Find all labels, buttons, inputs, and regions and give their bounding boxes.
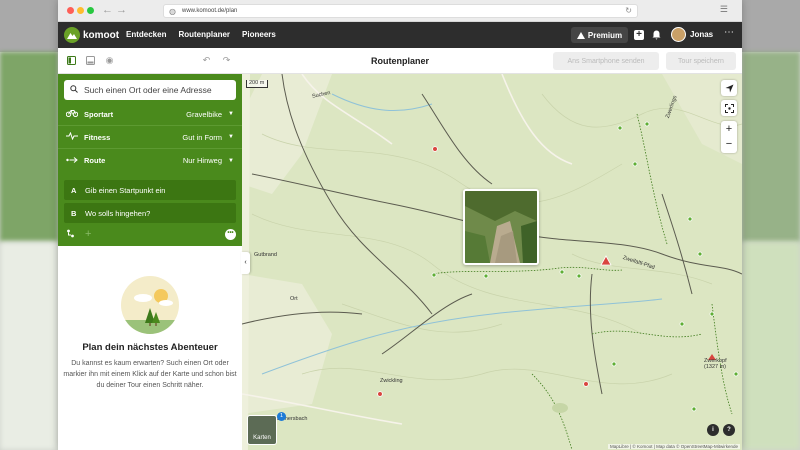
forward-arrow-icon[interactable]: → bbox=[116, 4, 127, 16]
back-arrow-icon[interactable]: ← bbox=[102, 4, 113, 16]
empty-state-title: Plan dein nächstes Abenteuer bbox=[82, 342, 218, 353]
fitness-select[interactable]: Fitness Gut in Form ▼ bbox=[58, 126, 242, 149]
minimize-window-button[interactable] bbox=[77, 7, 84, 14]
pulse-icon bbox=[66, 131, 80, 142]
place-label: Zwickling bbox=[380, 378, 403, 384]
waypoint-placeholder: Wo solls hingehen? bbox=[85, 208, 151, 218]
blurred-map-left bbox=[0, 242, 58, 450]
navigation-arrow-icon bbox=[725, 84, 733, 92]
brand-name: komoot bbox=[83, 29, 120, 41]
route-type-select[interactable]: Route Nur Hinweg ▼ bbox=[58, 149, 242, 172]
browser-window: ← → ◍ www.komoot.de/plan ↻ ☰ komoot Entd… bbox=[58, 0, 742, 450]
app-header: komoot Entdecken Routenplaner Pioneers P… bbox=[58, 22, 742, 48]
close-window-button[interactable] bbox=[67, 7, 74, 14]
save-tour-button[interactable]: Tour speichern bbox=[666, 52, 736, 70]
option-label: Sportart bbox=[84, 109, 114, 119]
zoom-in-icon[interactable]: + bbox=[726, 121, 732, 137]
zoom-out-icon[interactable]: − bbox=[726, 137, 732, 153]
highlight-photo[interactable] bbox=[463, 189, 539, 265]
maximize-window-button[interactable] bbox=[87, 7, 94, 14]
empty-state-text: Du kannst es kaum erwarten? Such einen O… bbox=[63, 360, 237, 389]
nav-routenplaner[interactable]: Routenplaner bbox=[178, 30, 230, 39]
option-value: Gut in Form bbox=[182, 132, 222, 142]
help-icon[interactable]: ? bbox=[723, 424, 735, 436]
waypoint-destination-field[interactable]: B Wo solls hingehen? bbox=[64, 203, 236, 223]
globe-icon: ◍ bbox=[169, 7, 176, 16]
nav-entdecken[interactable]: Entdecken bbox=[126, 30, 166, 39]
sport-type-select[interactable]: Sportart Gravelbike ▼ bbox=[58, 103, 242, 126]
empty-state: Plan dein nächstes Abenteuer Du kannst e… bbox=[58, 246, 242, 391]
komoot-logo[interactable]: komoot bbox=[64, 27, 119, 43]
address-bar[interactable]: ◍ www.komoot.de/plan ↻ bbox=[163, 4, 638, 18]
fullscreen-button[interactable] bbox=[721, 100, 737, 116]
mountain-icon bbox=[576, 32, 585, 39]
zoom-control: + − bbox=[721, 121, 737, 153]
map-scale: 200 m bbox=[246, 80, 268, 88]
reload-icon[interactable]: ↻ bbox=[625, 5, 632, 17]
bike-icon bbox=[65, 109, 80, 119]
layers-label: Karten bbox=[253, 435, 271, 441]
bell-icon[interactable] bbox=[650, 28, 663, 41]
blurred-map-right bbox=[742, 242, 800, 450]
caret-down-icon: ▼ bbox=[228, 157, 234, 164]
waypoint-letter: A bbox=[71, 185, 77, 195]
layers-count-badge: 1 bbox=[277, 412, 286, 421]
address-text: www.komoot.de/plan bbox=[182, 8, 238, 14]
waypoint-tools: + ••• bbox=[66, 228, 236, 240]
option-label: Route bbox=[84, 156, 106, 165]
premium-label: Premium bbox=[587, 30, 623, 40]
browser-chrome: ← → ◍ www.komoot.de/plan ↻ ☰ bbox=[58, 0, 742, 22]
premium-button[interactable]: Premium bbox=[571, 27, 628, 43]
planner-toolbar: ◉ ↶ ↷ Routenplaner Ans Smartphone senden… bbox=[58, 48, 742, 74]
top-navigation: Entdecken Routenplaner Pioneers bbox=[126, 30, 276, 39]
search-input[interactable] bbox=[84, 85, 234, 95]
reorder-icon[interactable] bbox=[66, 229, 75, 240]
waypoint-letter: B bbox=[71, 208, 77, 218]
planner-sidebar: Sportart Gravelbike ▼ Fitness Gut in For… bbox=[58, 74, 242, 450]
trail-photo-image bbox=[465, 191, 537, 263]
search-field[interactable] bbox=[64, 80, 236, 100]
browser-menu-icon[interactable]: ☰ bbox=[720, 4, 728, 15]
route-arrow-icon bbox=[66, 156, 80, 166]
collapse-sidebar-button[interactable]: ‹ bbox=[241, 252, 250, 274]
option-label: Fitness bbox=[84, 132, 111, 142]
info-icon[interactable]: i bbox=[707, 424, 719, 436]
waypoint-placeholder: Gib einen Startpunkt ein bbox=[85, 185, 166, 195]
create-plus-icon[interactable]: + bbox=[634, 30, 644, 40]
komoot-mountain-icon bbox=[64, 27, 80, 43]
locate-me-button[interactable] bbox=[721, 80, 737, 96]
planner-panel: Sportart Gravelbike ▼ Fitness Gut in For… bbox=[58, 74, 242, 246]
option-value: Nur Hinweg bbox=[182, 156, 222, 165]
blurred-background-right bbox=[742, 52, 800, 242]
avatar[interactable] bbox=[671, 27, 686, 42]
more-menu-icon[interactable]: ⋯ bbox=[724, 27, 734, 38]
waypoint-start-field[interactable]: A Gib einen Startpunkt ein bbox=[64, 180, 236, 200]
username[interactable]: Jonas bbox=[690, 30, 713, 39]
map-layers-button[interactable]: Karten 1 bbox=[247, 412, 286, 445]
map-canvas[interactable]: 200 m Suchen Gutbrand Zwickling Ort Zwer… bbox=[242, 74, 742, 450]
option-value: Gravelbike bbox=[186, 109, 222, 119]
caret-down-icon: ▼ bbox=[228, 134, 234, 140]
place-label: Gutbrand bbox=[254, 252, 277, 258]
caret-down-icon: ▼ bbox=[228, 111, 234, 117]
place-label: Zwerkopf (1327 m) bbox=[704, 358, 727, 370]
waypoint-menu-icon[interactable]: ••• bbox=[225, 228, 236, 240]
map-attribution: MapLibre | © Komoot | Map data © OpenStr… bbox=[607, 444, 740, 449]
add-waypoint-icon[interactable]: + bbox=[85, 228, 91, 240]
expand-icon bbox=[724, 103, 734, 113]
blurred-background-left bbox=[0, 52, 58, 242]
send-to-smartphone-button[interactable]: Ans Smartphone senden bbox=[553, 52, 659, 70]
place-label: Ort bbox=[290, 296, 298, 302]
search-icon bbox=[70, 85, 78, 95]
forest-illustration bbox=[121, 276, 179, 334]
nav-pioneers[interactable]: Pioneers bbox=[242, 30, 276, 39]
